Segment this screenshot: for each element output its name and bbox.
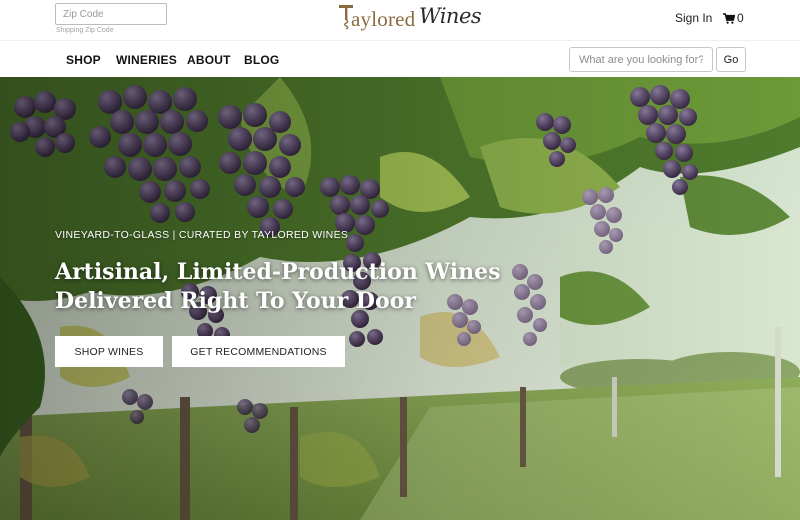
nav-item-about[interactable]: ABOUT [187, 53, 231, 67]
nav-item-shop[interactable]: SHOP [66, 53, 101, 67]
taylored-wines-logo[interactable]: aylored Wines [339, 2, 482, 36]
hero-headline: Artisinal, Limited-Production Wines Deli… [55, 258, 555, 316]
logo-text-taylored: aylored [351, 7, 416, 31]
cart-button[interactable]: 0 [723, 11, 744, 25]
shopping-cart-icon [723, 12, 735, 24]
site-search-input[interactable] [569, 47, 713, 72]
hero-headline-line-2: Delivered Right To Your Door [55, 288, 416, 314]
shop-wines-button[interactable]: SHOP WINES [55, 336, 163, 367]
hero-kicker-text: VINEYARD-TO-GLASS | CURATED BY TAYLORED … [55, 229, 349, 241]
cart-count: 0 [737, 11, 744, 25]
nav-item-blog[interactable]: BLOG [244, 53, 279, 67]
get-recommendations-button[interactable]: GET RECOMMENDATIONS [172, 336, 345, 367]
top-bar: Shipping Zip Code aylored Wines Sign In … [0, 0, 800, 40]
zip-code-input[interactable] [55, 3, 167, 25]
nav-item-wineries[interactable]: WINERIES [116, 53, 177, 67]
search-go-button[interactable]: Go [716, 47, 746, 72]
main-nav: SHOP WINERIES ABOUT BLOG Go [0, 40, 800, 77]
hero-headline-line-1: Artisinal, Limited-Production Wines [55, 259, 501, 285]
sign-in-link[interactable]: Sign In [675, 11, 712, 25]
logo-text-wines: Wines [419, 4, 482, 28]
hero-banner: VINEYARD-TO-GLASS | CURATED BY TAYLORED … [0, 77, 800, 520]
zip-code-hint: Shipping Zip Code [56, 27, 114, 34]
